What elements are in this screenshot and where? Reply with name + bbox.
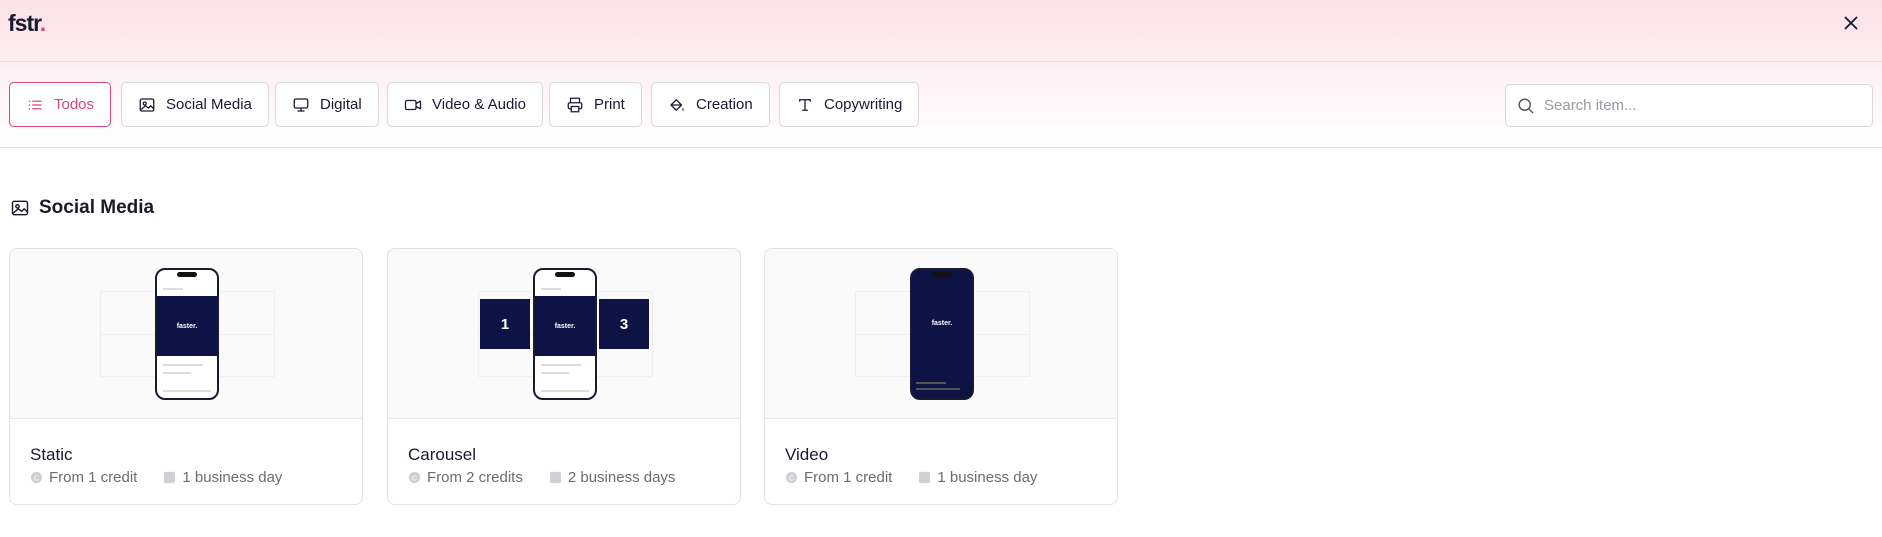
filter-label: Creation [696, 96, 753, 113]
printer-icon [567, 97, 583, 112]
filter-print-button[interactable]: Print [549, 82, 642, 127]
filter-creation-button[interactable]: Creation [651, 82, 770, 127]
image-icon [11, 200, 29, 216]
card-meta: C From 1 credit 1 business day [30, 469, 282, 486]
video-icon [404, 99, 422, 110]
card-credits: From 2 credits [427, 469, 523, 486]
calendar-icon [549, 471, 561, 484]
card-days: 1 business day [937, 469, 1038, 486]
credit-icon: C [30, 471, 43, 484]
section-heading: Social Media [39, 197, 155, 218]
calendar-icon [164, 471, 176, 484]
carousel-slide-right: 3 [599, 299, 649, 349]
paint-bucket-icon [670, 98, 684, 111]
top-bar: fstr. [0, 0, 1882, 62]
filter-digital-button[interactable]: Digital [275, 82, 379, 127]
search-box[interactable] [1505, 84, 1873, 127]
filter-label: Print [594, 96, 625, 113]
card-days: 1 business day [182, 469, 283, 486]
filter-label: Social Media [166, 96, 252, 113]
filter-label: Copywriting [824, 96, 903, 113]
carousel-slide-left: 1 [480, 299, 530, 349]
calendar-icon [919, 471, 931, 484]
brand-text: faster. [554, 322, 576, 330]
card-preview: faster. [765, 249, 1117, 419]
filter-video-audio-button[interactable]: Video & Audio [387, 82, 543, 127]
credit-icon: C [408, 471, 421, 484]
card-title: Carousel [408, 445, 477, 464]
filter-label: Video & Audio [432, 96, 526, 113]
filter-social-media-button[interactable]: Social Media [121, 82, 269, 127]
card-video[interactable]: faster. Video C From 1 credit 1 business… [764, 248, 1118, 505]
card-title: Video [785, 445, 829, 464]
phone-mockup: faster. [910, 268, 974, 400]
card-meta: C From 2 credits 2 business days [408, 469, 675, 486]
card-carousel[interactable]: 1 3 faster. Carousel C From 2 credits 2 … [387, 248, 741, 505]
brand-text: faster. [176, 322, 198, 330]
card-meta: C From 1 credit 1 business day [785, 469, 1037, 486]
image-icon [139, 97, 155, 112]
card-credits: From 1 credit [804, 469, 893, 486]
credit-icon: C [785, 471, 798, 484]
phone-mockup: faster. [155, 268, 219, 400]
phone-mockup: faster. [533, 268, 597, 400]
list-icon [28, 100, 42, 109]
card-static[interactable]: faster. Static C From 1 credit 1 busines… [9, 248, 363, 505]
brand-text: faster. [931, 320, 953, 327]
close-icon[interactable] [1840, 12, 1862, 34]
card-preview: 1 3 faster. [388, 249, 740, 419]
card-preview: faster. [10, 249, 362, 419]
card-credits: From 1 credit [49, 469, 138, 486]
logo: fstr. [8, 10, 46, 36]
type-icon [799, 98, 811, 111]
filter-label: Digital [320, 96, 362, 113]
filter-todos-button[interactable]: Todos [9, 82, 112, 127]
filter-label: Todos [54, 96, 95, 113]
search-input[interactable] [1544, 97, 1844, 114]
search-icon [1518, 98, 1534, 114]
card-title: Static [30, 445, 73, 464]
monitor-icon [293, 97, 309, 112]
filter-copywriting-button[interactable]: Copywriting [779, 82, 920, 127]
section-title: Social Media [10, 197, 154, 219]
svg-text:C: C [412, 473, 418, 482]
card-days: 2 business days [567, 469, 676, 486]
svg-text:C: C [789, 473, 795, 482]
svg-text:C: C [34, 473, 40, 482]
